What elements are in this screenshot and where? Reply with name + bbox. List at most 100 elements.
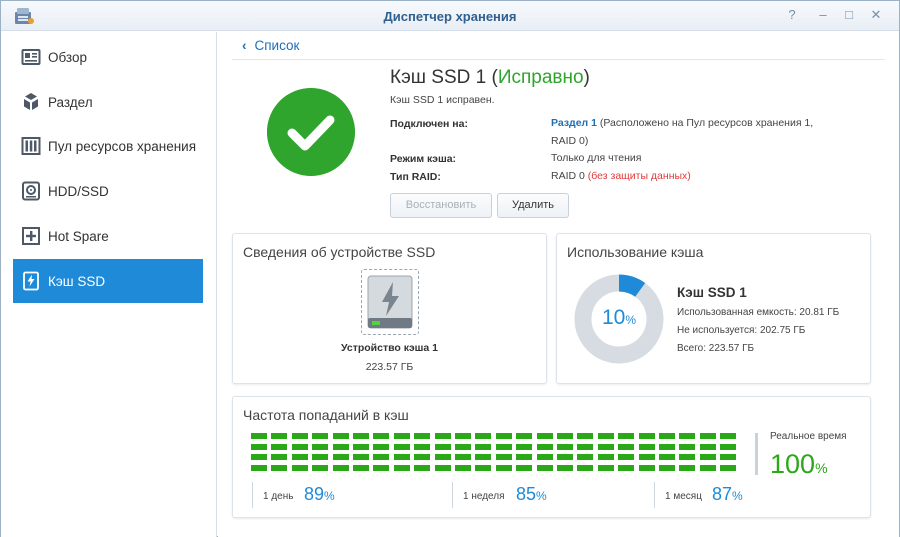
hit-rate-block bbox=[577, 464, 594, 471]
window-title: Диспетчер хранения bbox=[383, 9, 517, 24]
sidebar-item-overview[interactable]: Обзор bbox=[13, 35, 203, 79]
hit-rate-block bbox=[312, 454, 329, 461]
hit-rate-block bbox=[638, 433, 655, 439]
hit-rate-block bbox=[699, 433, 716, 439]
realtime-label: Реальное время bbox=[770, 431, 847, 442]
hit-rate-block bbox=[291, 443, 308, 450]
period-unit: % bbox=[732, 489, 743, 503]
hit-rate-block bbox=[536, 433, 553, 439]
hit-rate-block bbox=[271, 464, 288, 471]
volume-link[interactable]: Раздел 1 bbox=[551, 117, 597, 129]
hit-rate-block bbox=[251, 433, 267, 439]
close-button[interactable]: ✕ bbox=[868, 7, 884, 23]
maximize-button[interactable]: □ bbox=[841, 7, 857, 23]
cache-name: Кэш SSD 1 bbox=[390, 67, 487, 88]
hit-rate-block bbox=[475, 443, 492, 450]
hit-rate-block bbox=[393, 443, 410, 450]
hit-rate-block bbox=[353, 433, 369, 439]
hit-rate-block bbox=[455, 454, 471, 461]
hit-rate-block bbox=[618, 464, 635, 471]
period-label: 1 день bbox=[263, 491, 294, 502]
hit-rate-block bbox=[577, 454, 594, 461]
hit-rate-block bbox=[638, 443, 655, 450]
hit-rate-block bbox=[373, 454, 390, 461]
raid-warning: (без защиты данных) bbox=[587, 170, 691, 182]
hit-rate-block bbox=[679, 464, 696, 471]
minimize-button[interactable]: – bbox=[815, 7, 831, 23]
sidebar-item-hdd-ssd[interactable]: HDD/SSD bbox=[13, 169, 203, 213]
raid-value: RAID 0 bbox=[551, 170, 585, 182]
delete-button[interactable]: Удалить bbox=[497, 193, 569, 218]
hit-rate-block bbox=[557, 443, 573, 450]
hit-rate-block bbox=[475, 454, 492, 461]
chevron-left-icon: ‹ bbox=[242, 38, 247, 53]
hit-rate-block bbox=[353, 443, 369, 450]
hit-rate-block bbox=[271, 443, 288, 450]
sidebar-item-storage-pool[interactable]: Пул ресурсов хранения bbox=[13, 124, 203, 168]
hit-rate-block bbox=[291, 433, 308, 439]
storage-pool-icon bbox=[21, 137, 41, 155]
hit-rate-block bbox=[638, 464, 655, 471]
ssd-drive-icon bbox=[367, 275, 413, 329]
hit-rate-block bbox=[659, 454, 675, 461]
hit-rate-block bbox=[618, 433, 635, 439]
hit-rate-block bbox=[455, 464, 471, 471]
hit-rate-block bbox=[434, 433, 451, 439]
cache-mode-label: Режим кэша: bbox=[390, 153, 457, 165]
usage-cache-name: Кэш SSD 1 bbox=[677, 285, 747, 300]
restore-button[interactable]: Восстановить bbox=[390, 193, 492, 218]
realtime-unit: % bbox=[815, 460, 828, 476]
period-value: 89% bbox=[304, 484, 335, 505]
realtime-number: 100 bbox=[770, 449, 816, 479]
sidebar-item-label: Пул ресурсов хранения bbox=[48, 138, 197, 154]
disk-icon bbox=[22, 181, 40, 201]
device-size: 223.57 ГБ bbox=[365, 361, 414, 373]
hit-rate-block bbox=[659, 464, 675, 471]
period-value: 85% bbox=[516, 484, 547, 505]
hit-rate-block bbox=[332, 464, 349, 471]
hit-rate-block bbox=[516, 433, 533, 439]
hit-rate-block bbox=[597, 433, 614, 439]
hit-rate-block bbox=[455, 443, 471, 450]
back-label: Список bbox=[254, 38, 300, 53]
hit-rate-block bbox=[699, 464, 716, 471]
back-to-list-link[interactable]: ‹ Список bbox=[242, 38, 299, 53]
hit-rate-block bbox=[557, 433, 573, 439]
hit-rate-block bbox=[557, 464, 573, 471]
hit-rate-block bbox=[536, 454, 553, 461]
sidebar-item-label: Раздел bbox=[48, 94, 93, 110]
period-label: 1 неделя bbox=[463, 491, 505, 502]
hit-rate-block bbox=[516, 464, 533, 471]
period-number: 87 bbox=[712, 484, 733, 504]
period-unit: % bbox=[536, 489, 547, 503]
raid-type-value: RAID 0 (без защиты данных) bbox=[551, 167, 691, 185]
hit-rate-block bbox=[679, 443, 696, 450]
sidebar-item-hot-spare[interactable]: Hot Spare bbox=[13, 214, 203, 258]
ssd-device-panel: Сведения об устройстве SSD Устройство кэ… bbox=[232, 233, 547, 384]
hit-rate-block bbox=[659, 443, 675, 450]
raid-type-label: Тип RAID: bbox=[390, 171, 441, 183]
hit-rate-block bbox=[291, 464, 308, 471]
sidebar-item-ssd-cache[interactable]: Кэш SSD bbox=[13, 259, 203, 303]
period-value: 87% bbox=[712, 484, 743, 505]
hit-rate-block bbox=[353, 464, 369, 471]
hit-rate-block bbox=[455, 433, 471, 439]
hit-rate-block bbox=[618, 443, 635, 450]
panel-title: Частота попаданий в кэш bbox=[243, 407, 409, 423]
hit-rate-block bbox=[373, 443, 390, 450]
device-name: Устройство кэша 1 bbox=[340, 342, 439, 354]
header-divider bbox=[232, 59, 885, 60]
ssd-device-card[interactable] bbox=[361, 269, 419, 335]
hit-rate-block bbox=[373, 433, 390, 439]
hit-rate-block bbox=[516, 454, 533, 461]
hit-rate-block bbox=[618, 454, 635, 461]
hit-rate-block bbox=[536, 464, 553, 471]
hit-rate-block bbox=[720, 443, 737, 450]
hit-rate-block bbox=[393, 433, 410, 439]
help-button[interactable]: ? bbox=[784, 7, 800, 23]
healthy-check-icon bbox=[267, 88, 355, 176]
period-number: 89 bbox=[304, 484, 325, 504]
sidebar-item-volume[interactable]: Раздел bbox=[13, 80, 203, 124]
unused-capacity: Не используется: 202.75 ГБ bbox=[677, 325, 806, 336]
sidebar: Обзор Раздел Пул ресурсов хранения HDD/S… bbox=[1, 32, 217, 537]
